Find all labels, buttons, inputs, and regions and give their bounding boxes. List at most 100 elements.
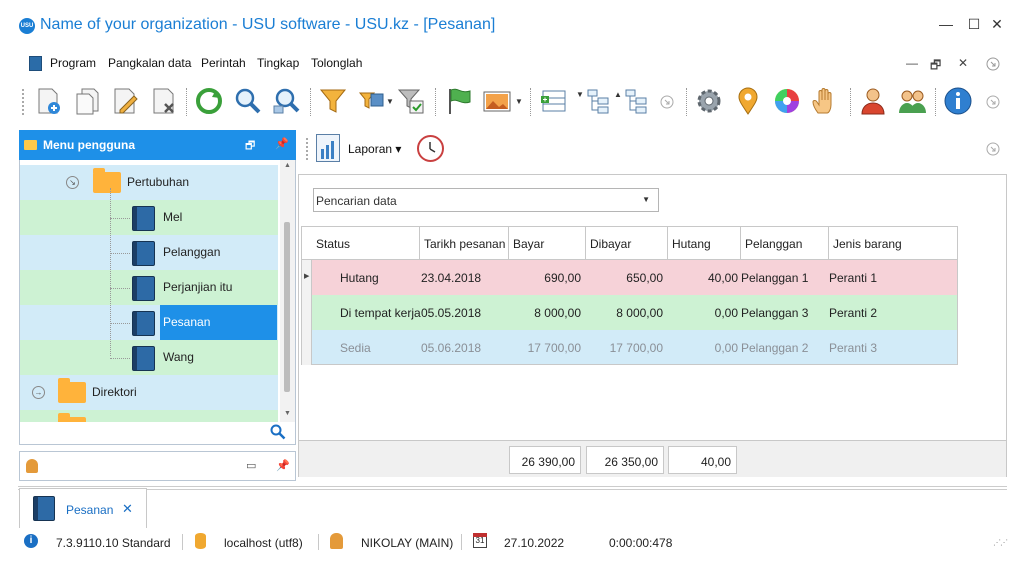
filter-settings-icon[interactable] [357, 86, 387, 116]
mdi-restore-button[interactable]: 🗗 [930, 56, 941, 77]
scroll-thumb[interactable] [284, 222, 290, 392]
resize-grip[interactable]: ⋰⋰ [993, 538, 1008, 547]
tree-search-icon[interactable] [270, 424, 286, 440]
column-header-bayar[interactable]: Bayar [508, 227, 585, 260]
book-icon [132, 206, 155, 231]
tree-item-wang[interactable]: Wang [20, 340, 278, 375]
panel-minimize-button[interactable]: ▭ [246, 459, 256, 472]
tree-collapse-dropdown-arrow[interactable]: ▲ [614, 90, 622, 99]
tree-scrollbar[interactable]: ▲ ▼ [280, 160, 295, 422]
tree-collapse-icon[interactable] [622, 86, 652, 116]
panel-float-button[interactable]: 🗗 [245, 137, 255, 156]
cell-hutang: 0,00 [714, 306, 738, 320]
report-icon[interactable] [316, 134, 340, 162]
toolbar-grip[interactable] [22, 89, 25, 115]
book-icon [132, 346, 155, 371]
search-icon[interactable] [233, 86, 263, 116]
pin-icon[interactable]: 📌 [275, 137, 289, 150]
expand-rows-icon[interactable] [538, 86, 568, 116]
info-icon[interactable] [943, 86, 973, 116]
copy-document-icon[interactable] [72, 86, 102, 116]
expand-icon[interactable]: → [32, 386, 45, 399]
filter-icon[interactable] [318, 86, 348, 116]
mdi-close-button[interactable]: ✕ [958, 56, 968, 70]
color-wheel-icon[interactable] [772, 86, 802, 116]
tree-item-mel[interactable]: Mel [20, 200, 278, 235]
status-separator [318, 534, 319, 550]
cell-pelanggan: Pelanggan 3 [741, 306, 809, 320]
close-button[interactable]: ✕ [989, 16, 1005, 33]
column-header-jenis-barang[interactable]: Jenis barang [828, 227, 958, 260]
tree-expand-dropdown-arrow[interactable]: ▼ [576, 90, 584, 99]
table-row[interactable]: ▶ Hutang 23.04.2018 690,00 650,00 40,00 … [301, 260, 958, 295]
menu-program[interactable]: Program [50, 56, 96, 70]
column-header-hutang[interactable]: Hutang [667, 227, 740, 260]
tree-item-pesanan[interactable]: Pesanan [20, 305, 278, 340]
toolbar-separator [186, 88, 187, 116]
table-row[interactable]: Di tempat kerja 05.05.2018 8 000,00 8 00… [301, 295, 958, 330]
search-advanced-icon[interactable] [271, 86, 301, 116]
image-icon[interactable] [482, 86, 512, 116]
database-text: localhost (utf8) [224, 536, 303, 550]
tab-close-icon[interactable]: ✕ [122, 501, 133, 517]
splitter[interactable] [18, 486, 1007, 490]
filter-dropdown-arrow[interactable]: ▼ [386, 97, 394, 106]
edit-document-icon[interactable] [110, 86, 140, 116]
toolbar-grip[interactable] [306, 138, 308, 160]
title-bar: USU Name of your organization - USU soft… [0, 0, 1024, 52]
pin-icon[interactable]: 📌 [276, 459, 290, 472]
column-header-tarikh-pesanan[interactable]: Tarikh pesanan [419, 227, 508, 260]
data-search-value: Pencarian data [316, 194, 397, 208]
scroll-down-arrow[interactable]: ▼ [284, 410, 291, 417]
scroll-up-arrow[interactable]: ▲ [284, 162, 291, 169]
menu-perintah[interactable]: Perintah [201, 56, 246, 70]
mdi-minimize-button[interactable]: — [906, 56, 918, 70]
delete-document-icon[interactable] [149, 86, 179, 116]
filter-clear-icon[interactable] [396, 86, 426, 116]
flag-icon[interactable] [443, 86, 473, 116]
chevron-down-icon: ▼ [642, 195, 650, 204]
tree-item-direktori[interactable]: → Direktori [20, 375, 278, 410]
tree-item-pertubuhan[interactable]: ↘ Pertubuhan [20, 165, 278, 200]
toolbar-overflow-icon[interactable] [986, 95, 1000, 109]
timer-text: 0:00:00:478 [609, 536, 673, 550]
tab-pesanan[interactable]: Pesanan ✕ [19, 488, 147, 528]
report-button[interactable]: Laporan ▾ [348, 142, 401, 156]
add-document-icon[interactable] [33, 86, 63, 116]
refresh-icon[interactable] [194, 86, 224, 116]
users-icon[interactable] [897, 86, 927, 116]
open-folder-icon [93, 168, 121, 193]
menu-tolonglah[interactable]: Tolonglah [311, 56, 362, 70]
menu-tingkap[interactable]: Tingkap [257, 56, 299, 70]
minimize-button[interactable]: — [938, 16, 954, 32]
column-header-dibayar[interactable]: Dibayar [585, 227, 667, 260]
calendar-icon: 31 [473, 533, 487, 548]
column-header-pelanggan[interactable]: Pelanggan [740, 227, 828, 260]
settings-gear-icon[interactable] [694, 86, 724, 116]
cell-bayar: 690,00 [544, 271, 581, 285]
user-icon[interactable] [858, 86, 888, 116]
user-menu-header: Menu pengguna 🗗 📌 [19, 130, 296, 160]
status-bar: i 7.3.9110.10 Standard localhost (utf8) … [0, 528, 1024, 558]
column-header-status[interactable]: Status [312, 227, 419, 260]
tree-item-label: Wang [163, 350, 194, 364]
data-search-dropdown[interactable]: Pencarian data ▼ [313, 188, 659, 212]
app-menu-icon [29, 56, 42, 71]
menu-pangkalan-data[interactable]: Pangkalan data [108, 56, 191, 70]
map-pin-icon[interactable] [733, 86, 763, 116]
toolbar-overflow-icon[interactable] [660, 95, 674, 109]
tree-expand-icon[interactable] [584, 86, 614, 116]
collapse-icon[interactable]: ↘ [66, 176, 79, 189]
overflow-icon[interactable] [986, 57, 1000, 71]
tree-connector [110, 358, 130, 359]
tree-item-label: Direktori [92, 385, 137, 399]
maximize-button[interactable]: ☐ [966, 16, 982, 33]
image-dropdown-arrow[interactable]: ▼ [515, 97, 523, 106]
toolbar-overflow-icon[interactable] [986, 142, 1000, 156]
table-row[interactable]: Sedia 05.06.2018 17 700,00 17 700,00 0,0… [301, 330, 958, 365]
tree-item-perjanjian-itu[interactable]: Perjanjian itu [20, 270, 278, 305]
tree-item-pelanggan[interactable]: Pelanggan [20, 235, 278, 270]
hand-icon[interactable] [810, 86, 840, 116]
cell-jenis-barang: Peranti 3 [829, 341, 878, 355]
clock-icon[interactable] [417, 135, 444, 162]
